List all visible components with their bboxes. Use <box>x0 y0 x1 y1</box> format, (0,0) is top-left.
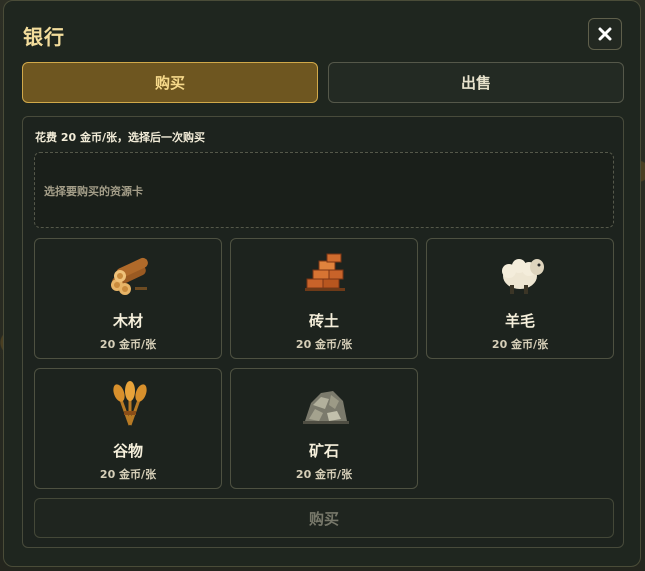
resource-price: 20 金币/张 <box>99 468 157 481</box>
buy-panel: 花费 20 金币/张，选择后一次购买 选择要购买的资源卡 木材 20 金币/张 <box>22 116 624 548</box>
tab-sell[interactable]: 出售 <box>328 62 624 103</box>
price-hint: 花费 20 金币/张，选择后一次购买 <box>35 131 205 144</box>
tab-buy[interactable]: 购买 <box>22 62 318 103</box>
close-button[interactable] <box>588 18 622 50</box>
resource-price: 20 金币/张 <box>295 338 353 351</box>
resource-name: 砖土 <box>308 312 339 330</box>
buy-button[interactable]: 购买 <box>34 498 614 538</box>
resource-card-brick[interactable]: 砖土 20 金币/张 <box>230 238 418 359</box>
wood-logs-icon <box>111 257 148 295</box>
resource-card-ore[interactable]: 矿石 20 金币/张 <box>230 368 418 489</box>
resource-card-grain[interactable]: 谷物 20 金币/张 <box>34 368 222 489</box>
resource-name: 木材 <box>112 312 143 330</box>
close-icon <box>598 27 612 41</box>
selected-cards-dropzone: 选择要购买的资源卡 <box>34 152 614 228</box>
bank-dialog: 银行 购买 出售 花费 20 金币/张，选择后一次购买 选择要购买的资源卡 木材… <box>3 0 641 567</box>
brick-icon <box>305 253 345 291</box>
resource-name: 矿石 <box>308 442 339 460</box>
resource-card-wool[interactable]: 羊毛 20 金币/张 <box>426 238 614 359</box>
resource-name: 羊毛 <box>504 312 535 330</box>
sheep-icon <box>502 259 544 294</box>
dropzone-placeholder: 选择要购买的资源卡 <box>44 185 143 198</box>
resource-price: 20 金币/张 <box>295 468 353 481</box>
wheat-icon <box>113 381 147 426</box>
resource-card-wood[interactable]: 木材 20 金币/张 <box>34 238 222 359</box>
dialog-title: 银行 <box>23 25 65 49</box>
ore-icon <box>303 391 349 424</box>
resource-name: 谷物 <box>112 442 143 460</box>
resource-price: 20 金币/张 <box>99 338 157 351</box>
resource-price: 20 金币/张 <box>491 338 549 351</box>
